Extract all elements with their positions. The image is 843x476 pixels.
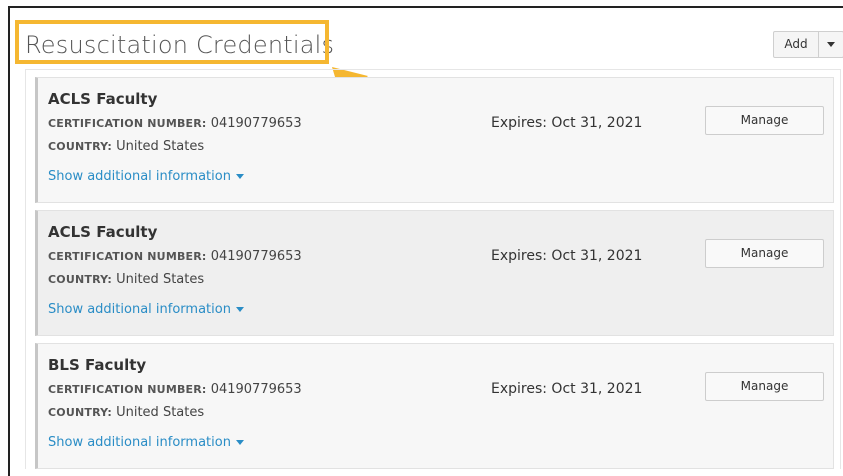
caret-down-icon (235, 174, 244, 179)
country-row: COUNTRY: United States (48, 139, 204, 154)
cert-number-value: 04190779653 (210, 116, 302, 131)
show-additional-info-link[interactable]: Show additional information (48, 435, 244, 450)
credential-title: BLS Faculty (48, 356, 147, 374)
title-highlight (15, 20, 329, 64)
country-value: United States (116, 405, 205, 420)
add-dropdown-toggle[interactable] (819, 32, 843, 57)
country-label: COUNTRY: (48, 140, 112, 153)
credential-card: BLS Faculty CERTIFICATION NUMBER: 041907… (35, 343, 834, 469)
manage-button[interactable]: Manage (705, 106, 824, 135)
credentials-list: ACLS Faculty CERTIFICATION NUMBER: 04190… (25, 69, 841, 469)
show-additional-info-link[interactable]: Show additional information (48, 302, 244, 317)
country-row: COUNTRY: United States (48, 405, 204, 420)
cert-number-label: CERTIFICATION NUMBER: (48, 383, 207, 396)
cert-number-row: CERTIFICATION NUMBER: 04190779653 (48, 249, 302, 264)
add-button-group: Add (773, 31, 843, 58)
country-row: COUNTRY: United States (48, 272, 204, 287)
credential-card: ACLS Faculty CERTIFICATION NUMBER: 04190… (35, 210, 834, 336)
caret-down-icon (827, 42, 835, 47)
cert-number-row: CERTIFICATION NUMBER: 04190779653 (48, 382, 302, 397)
cert-number-label: CERTIFICATION NUMBER: (48, 117, 207, 130)
cert-number-row: CERTIFICATION NUMBER: 04190779653 (48, 116, 302, 131)
manage-button[interactable]: Manage (705, 372, 824, 401)
country-label: COUNTRY: (48, 273, 112, 286)
caret-down-icon (235, 440, 244, 445)
cert-number-label: CERTIFICATION NUMBER: (48, 250, 207, 263)
show-additional-info-label: Show additional information (48, 302, 231, 317)
show-additional-info-label: Show additional information (48, 435, 231, 450)
country-label: COUNTRY: (48, 406, 112, 419)
cert-number-value: 04190779653 (210, 249, 302, 264)
country-value: United States (116, 139, 205, 154)
show-additional-info-link[interactable]: Show additional information (48, 169, 244, 184)
credential-card: ACLS Faculty CERTIFICATION NUMBER: 04190… (35, 77, 834, 203)
manage-button[interactable]: Manage (705, 239, 824, 268)
show-additional-info-label: Show additional information (48, 169, 231, 184)
credential-title: ACLS Faculty (48, 90, 158, 108)
expiration-date: Expires: Oct 31, 2021 (491, 248, 643, 264)
expiration-date: Expires: Oct 31, 2021 (491, 381, 643, 397)
country-value: United States (116, 272, 205, 287)
expiration-date: Expires: Oct 31, 2021 (491, 115, 643, 131)
credential-title: ACLS Faculty (48, 223, 158, 241)
cert-number-value: 04190779653 (210, 382, 302, 397)
add-button[interactable]: Add (774, 32, 819, 57)
caret-down-icon (235, 307, 244, 312)
